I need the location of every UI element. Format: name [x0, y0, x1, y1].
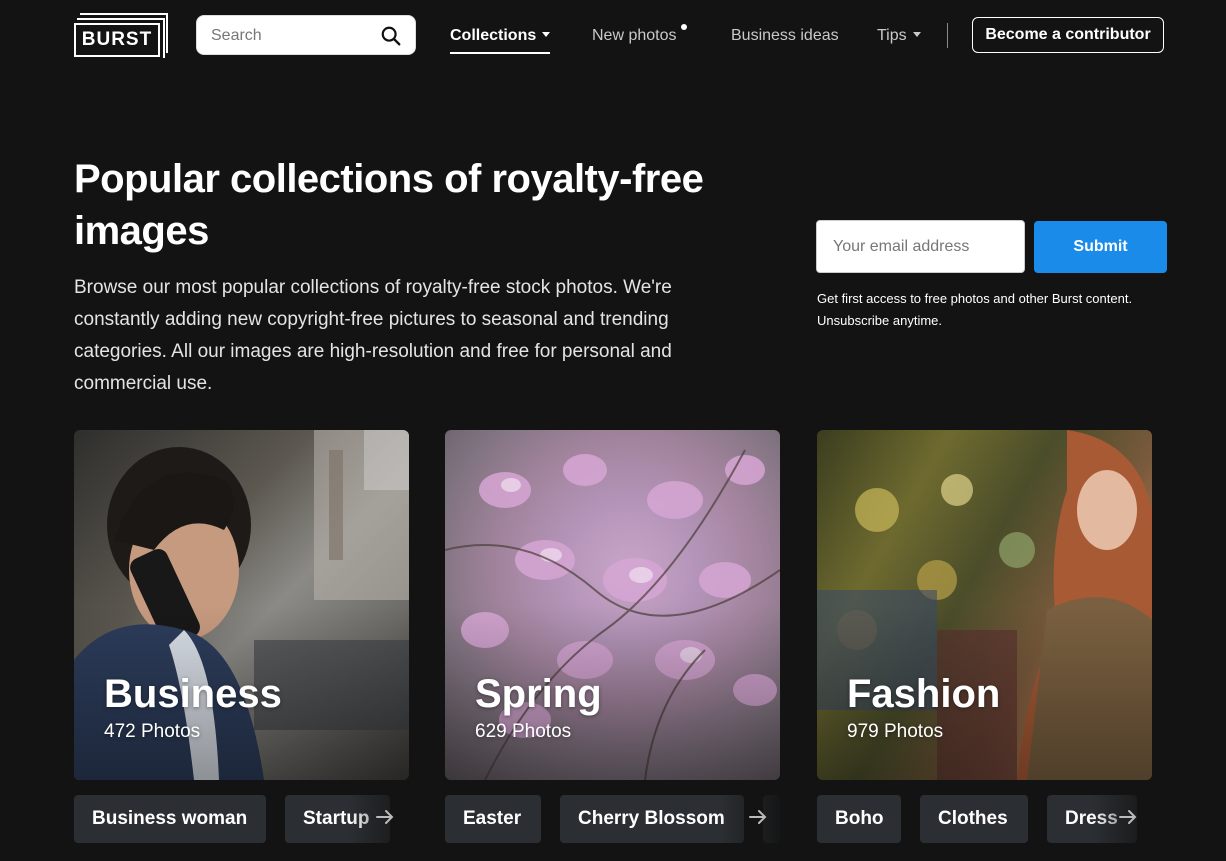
collection-card-business[interactable]: Business 472 Photos	[74, 430, 409, 780]
collection-title: Fashion	[847, 672, 1001, 716]
nav-business-ideas[interactable]: Business ideas	[731, 25, 839, 47]
collection-card-spring[interactable]: Spring 629 Photos	[445, 430, 780, 780]
collection-count: 472 Photos	[104, 721, 201, 742]
arrow-right-icon[interactable]	[748, 807, 768, 827]
search-box[interactable]	[196, 15, 416, 56]
tag-boho[interactable]: Boho	[817, 795, 901, 843]
collection-count: 629 Photos	[475, 721, 572, 742]
nav-collections[interactable]: Collections	[450, 25, 551, 54]
newsletter-note: Get first access to free photos and othe…	[817, 291, 1133, 328]
tag-easter[interactable]: Easter	[445, 795, 541, 843]
tag-clothes[interactable]: Clothes	[920, 795, 1028, 843]
nav-collections-label: Collections	[450, 27, 537, 44]
email-field[interactable]	[816, 220, 1025, 273]
logo-text: BURST	[74, 23, 160, 57]
search-input[interactable]	[209, 16, 373, 56]
page-description: Browse our most popular collections of r…	[74, 277, 672, 394]
collection-title: Business	[104, 672, 282, 716]
chevron-down-icon	[542, 32, 551, 38]
burst-logo[interactable]: BURST	[74, 13, 168, 58]
nav-tips[interactable]: Tips	[877, 25, 921, 47]
nav-tips-label: Tips	[877, 27, 907, 44]
collection-title: Spring	[475, 672, 602, 716]
nav-business-ideas-label: Business ideas	[731, 27, 839, 44]
tag-business-woman[interactable]: Business woman	[74, 795, 266, 843]
chevron-down-icon	[912, 32, 921, 38]
nav-new-photos-label: New photos	[592, 27, 677, 44]
submit-button[interactable]: Submit	[1034, 221, 1167, 273]
arrow-right-icon[interactable]	[375, 807, 395, 827]
arrow-right-icon[interactable]	[1118, 807, 1138, 827]
nav-new-photos[interactable]: New photos	[592, 24, 687, 47]
collection-card-fashion[interactable]: Fashion 979 Photos	[817, 430, 1152, 780]
search-icon[interactable]	[380, 25, 402, 47]
new-indicator-dot	[680, 24, 687, 30]
page-title: Popular collections of royalty-free imag…	[74, 157, 704, 253]
become-contributor-button[interactable]: Become a contributor	[972, 17, 1164, 53]
tag-cherry-blossom[interactable]: Cherry Blossom	[560, 795, 744, 843]
nav-divider	[947, 23, 948, 48]
collection-count: 979 Photos	[847, 721, 944, 742]
